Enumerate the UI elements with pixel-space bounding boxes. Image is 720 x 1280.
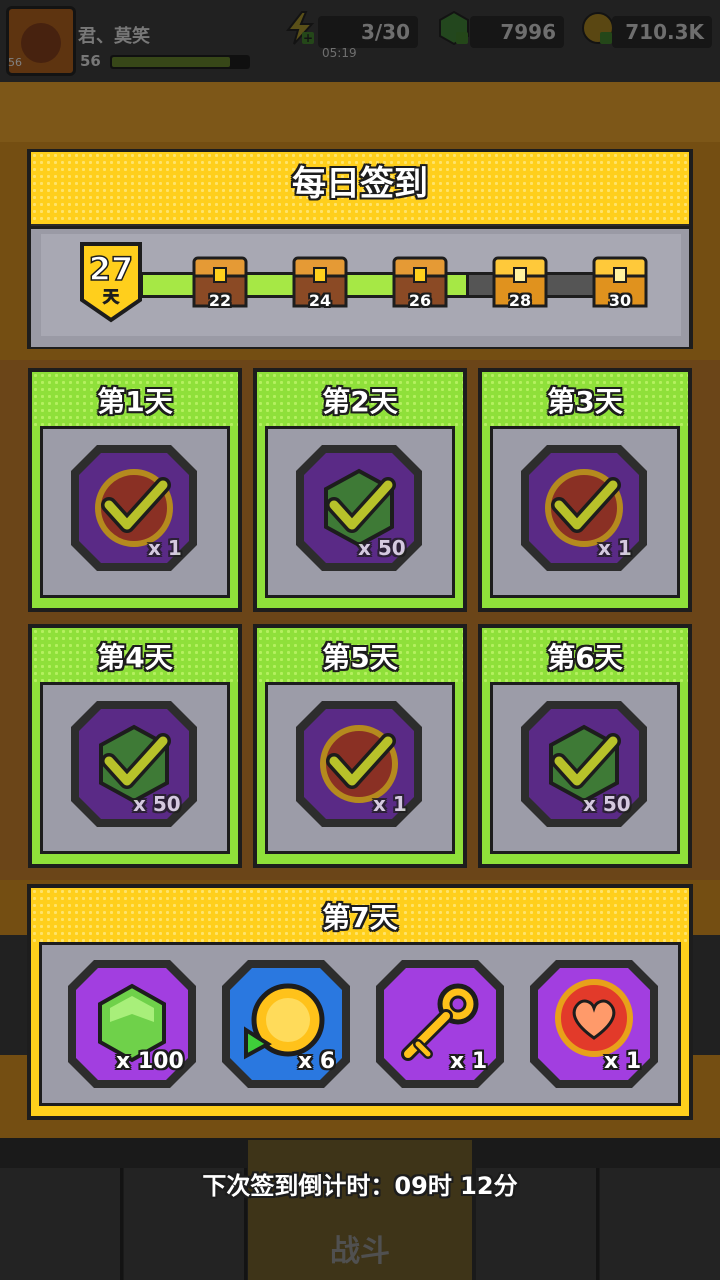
reward-qty: x 100 [116, 1049, 184, 1074]
milestone-day-28: 28 [508, 291, 532, 310]
milestone-day-24: 24 [308, 291, 332, 310]
reward-qty: x 1 [148, 536, 182, 560]
day-label: 第3天 [547, 385, 623, 418]
reward-qty: x 1 [450, 1049, 488, 1074]
reward-qty: x 6 [298, 1049, 336, 1074]
reward-qty: x 50 [583, 792, 631, 816]
milestone-day-22: 22 [208, 291, 232, 310]
milestone-day-26: 26 [408, 291, 432, 310]
day-label: 第2天 [322, 385, 398, 418]
reward-qty: x 1 [604, 1049, 642, 1074]
streak-shield-icon: 27 天 [80, 242, 142, 323]
streak-days-unit: 天 [103, 287, 120, 306]
reward-qty: x 50 [133, 792, 181, 816]
day-label: 第4天 [97, 641, 173, 674]
milestone-day-30: 30 [608, 291, 632, 310]
day-label: 第7天 [322, 901, 398, 934]
dialog-title: 每日签到 [292, 164, 428, 204]
day-label: 第5天 [322, 641, 398, 674]
reward-qty: x 1 [373, 792, 407, 816]
next-checkin-countdown: 下次签到倒计时：09时 12分 [202, 1172, 518, 1200]
reward-qty: x 50 [358, 536, 406, 560]
streak-days-number: 27 [89, 250, 134, 288]
heart-coin-icon [530, 960, 658, 1088]
gold-key-icon [376, 960, 504, 1088]
day-label: 第1天 [97, 385, 173, 418]
day-label: 第6天 [547, 641, 623, 674]
reward-qty: x 1 [598, 536, 632, 560]
